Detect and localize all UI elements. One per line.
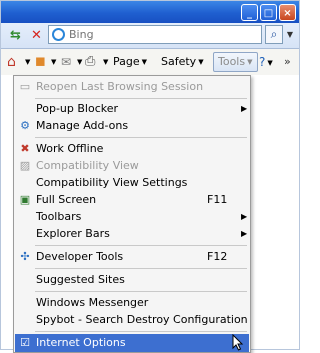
menu-item-label: Spybot - Search Destroy Configuration [36,313,248,326]
menu-item-compatibility-view[interactable]: ▨ Compatibility View [15,157,249,175]
menu-item-explorer-bars[interactable]: Explorer Bars ▶ [15,225,249,243]
command-bar: ⌂ ▼ ◼ ▼ ✉ ▼ ⎙ ▼ Page ▼ Safety ▼ Tools ▼ ? ▼ … [1,49,299,75]
menu-separator [35,245,247,246]
safety-menu-label: Safety [161,55,197,68]
menu-item-reopen-last-browsing-session[interactable]: ▭ Reopen Last Browsing Session [15,78,249,96]
full-screen-icon: ▣ [19,193,31,206]
menu-item-work-offline[interactable]: ✖ Work Offline [15,140,249,158]
menu-item-label: Reopen Last Browsing Session [36,80,204,93]
menu-item-label: Compatibility View [36,159,139,172]
menu-item-label: Work Offline [36,142,104,155]
search-go-icon[interactable]: ⌕ [265,25,283,44]
menu-separator [35,331,247,332]
menu-item-label: Internet Options [36,336,126,349]
menu-item-compatibility-view-settings[interactable]: Compatibility View Settings [15,174,249,192]
tools-menu-button[interactable]: Tools ▼ [213,52,258,72]
menu-item-windows-messenger[interactable]: Windows Messenger [15,294,249,312]
menu-item-label: Toolbars [36,210,82,223]
print-dropdown-arrow-icon[interactable]: ▼ [103,53,108,71]
feeds-icon[interactable]: ◼ [35,53,46,71]
chevron-down-icon: ▼ [247,58,253,66]
submenu-arrow-icon: ▶ [241,229,248,238]
mail-icon[interactable]: ✉ [61,53,71,71]
chevron-down-icon: ▼ [267,59,273,67]
internet-options-icon: ☑ [20,336,30,349]
developer-tools-icon: ✣ [20,250,30,263]
menu-separator [35,137,247,138]
compatibility-view-icon: ▨ [19,159,31,172]
menu-item-internet-options[interactable]: ☑ Internet Options [15,334,249,352]
mail-dropdown-arrow-icon[interactable]: ▼ [77,53,82,71]
menu-item-label: Windows Messenger [36,296,149,309]
menu-item-developer-tools[interactable]: ✣ Developer Tools F12 [15,248,249,266]
menu-item-label: Full Screen [36,193,97,206]
home-dropdown-arrow-icon[interactable]: ▼ [25,53,30,71]
tools-menu: ▭ Reopen Last Browsing Session Pop-up Bl… [13,75,251,353]
menu-item-full-screen[interactable]: ▣ Full Screen F11 [15,191,249,209]
maximize-button[interactable]: □ [260,4,277,21]
browser-window: _ □ × ⇆ ✕ ⌕ ▼ ⌂ ▼ ◼ ▼ ✉ ▼ ⎙ ▼ Page▼ Safe… [0,0,300,353]
manage-addons-icon: ⚙ [20,119,30,132]
toolbar-overflow-icon[interactable]: » [284,53,291,71]
search-options-arrow-icon[interactable]: ▼ [284,25,296,44]
menu-item-manage-add-ons[interactable]: ⚙ Manage Add-ons [15,117,249,135]
menu-item-suggested-sites[interactable]: Suggested Sites [15,271,249,289]
page-content [1,75,11,349]
search-box[interactable] [48,25,262,44]
menu-item-spybot-configuration[interactable]: Spybot - Search Destroy Configuration [15,311,249,329]
minimize-button[interactable]: _ [241,4,258,21]
menu-separator [35,268,247,269]
title-bar: _ □ × [1,1,299,23]
submenu-arrow-icon: ▶ [241,212,248,221]
chevron-down-icon: ▼ [198,58,204,66]
page-menu-label: Page [113,55,140,68]
menu-separator [35,291,247,292]
menu-item-label: Pop-up Blocker [36,102,119,115]
menu-separator [35,98,247,99]
page-menu-button[interactable]: Page ▼ [113,53,147,71]
menu-item-label: Developer Tools [36,250,124,263]
menu-item-label: Explorer Bars [36,227,110,240]
home-icon[interactable]: ⌂ [7,53,16,71]
menu-item-label: Compatibility View Settings [36,176,188,189]
refresh-icon[interactable]: ⇆ [6,26,25,45]
menu-item-shortcut: F11 [207,193,228,206]
menu-item-shortcut: F12 [207,250,228,263]
submenu-arrow-icon: ▶ [241,104,248,113]
menu-item-popup-blocker[interactable]: Pop-up Blocker ▶ [15,100,249,118]
work-offline-icon: ✖ [20,142,30,155]
menu-item-label: Suggested Sites [36,273,125,286]
mouse-cursor-icon [232,334,244,351]
feeds-dropdown-arrow-icon[interactable]: ▼ [51,53,56,71]
print-icon[interactable]: ⎙ [85,53,95,71]
search-input[interactable] [69,27,249,42]
help-icon: ? [259,55,266,69]
navigation-bar: ⇆ ✕ ⌕ ▼ [1,23,299,49]
stop-icon[interactable]: ✕ [27,26,46,45]
reopen-session-icon: ▭ [19,80,31,93]
bing-logo-icon [52,28,65,41]
close-button[interactable]: × [279,4,296,21]
chevron-down-icon: ▼ [141,58,148,66]
safety-menu-button[interactable]: Safety ▼ [161,53,204,71]
menu-item-label: Manage Add-ons [36,119,129,132]
menu-item-toolbars[interactable]: Toolbars ▶ [15,208,249,226]
tools-menu-label: Tools [218,55,246,68]
help-button[interactable]: ? ▼ [259,53,273,71]
